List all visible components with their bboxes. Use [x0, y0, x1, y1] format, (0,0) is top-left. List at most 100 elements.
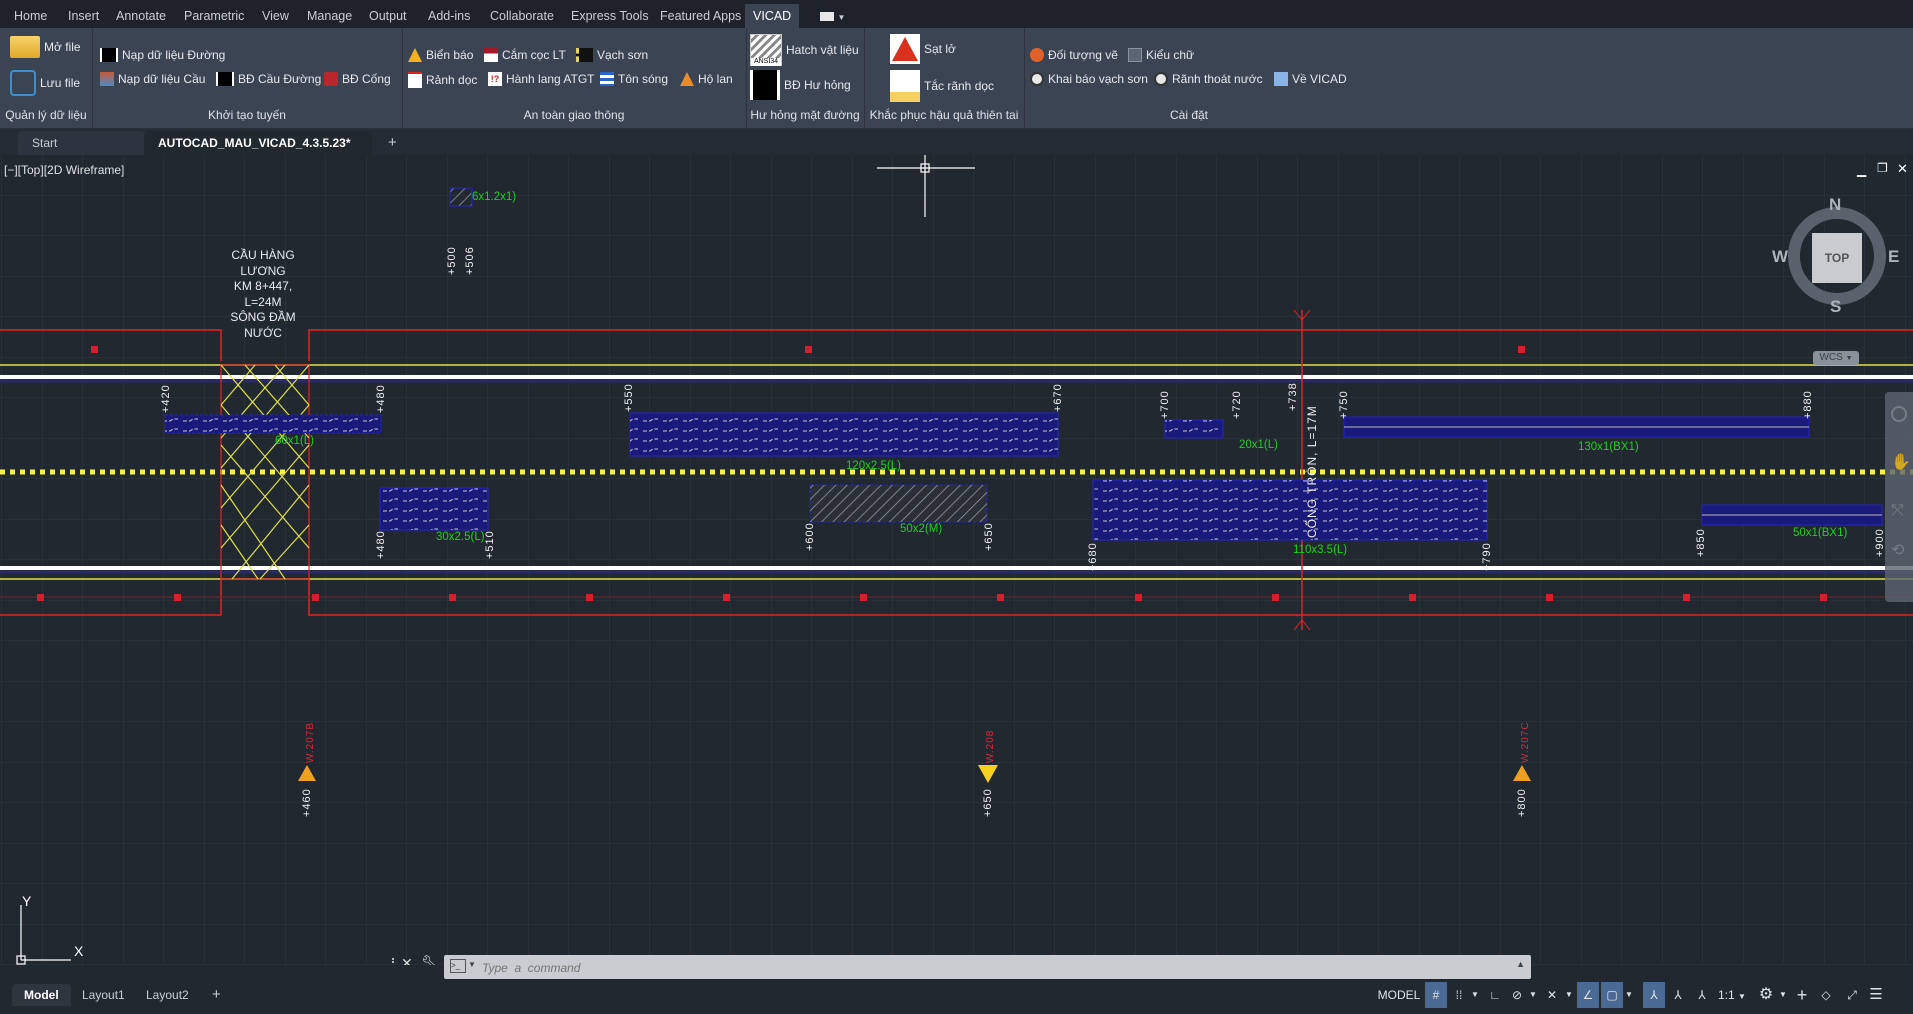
object-snap-tracking-icon[interactable]: ∠	[1577, 982, 1599, 1008]
drawing-viewport[interactable]: [−][Top][2D Wireframe] CẦU HÀNG LƯƠNG KM…	[0, 155, 1913, 965]
tab-insert[interactable]: Insert	[66, 4, 101, 28]
auto-scale-icon[interactable]: ⅄	[1667, 982, 1689, 1008]
snap-dropdown-icon[interactable]: ▼	[1469, 982, 1481, 1008]
tab-view[interactable]: View	[260, 4, 291, 28]
safety-corridor-button[interactable]: !? Hành lang ATGT	[488, 72, 595, 86]
annotation-scale-icon[interactable]: ⅄	[1691, 982, 1713, 1008]
model-space-button[interactable]: MODEL	[1375, 982, 1423, 1008]
restore-viewport-icon[interactable]: ❐	[1877, 161, 1888, 175]
tab-collaborate[interactable]: Collaborate	[488, 4, 556, 28]
fullscreen-icon[interactable]: ⤢	[1841, 982, 1863, 1008]
bridge-road-map-button[interactable]: BĐ Cầu Đường	[216, 72, 321, 86]
damage-area-pattern	[810, 485, 987, 522]
tab-express-tools[interactable]: Express Tools	[569, 4, 651, 28]
tab-vicad[interactable]: VICAD	[745, 4, 800, 28]
steering-wheel-icon[interactable]	[1891, 406, 1907, 422]
tab-parametric[interactable]: Parametric	[182, 4, 246, 28]
layout-tab-model[interactable]: Model	[12, 984, 71, 1006]
damage-map-button[interactable]: BĐ Hư hỏng	[750, 70, 851, 100]
station-label: +738	[1287, 382, 1299, 411]
ucs-menu-button[interactable]: WCS ▼	[1813, 351, 1859, 365]
minimize-viewport-icon[interactable]: ▁	[1857, 163, 1866, 177]
culvert-map-button[interactable]: BĐ Cống	[324, 72, 391, 86]
new-tab-button[interactable]: +	[374, 131, 410, 155]
compass-west[interactable]: W	[1772, 247, 1788, 267]
isometric-dropdown-icon[interactable]: ▼	[1563, 982, 1575, 1008]
isolate-objects-icon[interactable]: ◇	[1815, 982, 1837, 1008]
load-bridge-data-button[interactable]: Nạp dữ liệu Cầu	[100, 72, 205, 86]
panel-title: Hư hỏng mặt đường	[750, 108, 860, 122]
tab-featured-apps[interactable]: Featured Apps	[658, 4, 743, 28]
navigation-bar[interactable]: ✋ ⤧ ⟲	[1885, 392, 1913, 602]
layout-tab-layout2[interactable]: Layout2	[136, 984, 199, 1006]
drawing-objects-button[interactable]: Đối tượng vẽ	[1030, 48, 1118, 62]
compass-south[interactable]: S	[1830, 297, 1841, 317]
layout-tab-layout1[interactable]: Layout1	[72, 984, 135, 1006]
open-file-button[interactable]: Mở file	[10, 36, 81, 58]
paint-line-settings-button[interactable]: Khai báo vạch sơn	[1030, 72, 1148, 86]
object-snap-dropdown-icon[interactable]: ▼	[1623, 982, 1635, 1008]
chevron-down-icon: ▼	[837, 13, 846, 22]
barrier-button[interactable]: Hộ lan	[680, 72, 733, 86]
workspace-gear-icon[interactable]: ⚙	[1755, 982, 1777, 1008]
stake-button[interactable]: Cắm cọc LT	[484, 48, 566, 62]
command-input[interactable]	[480, 957, 1484, 979]
doc-tab-start[interactable]: Start	[18, 131, 146, 155]
text-style-button[interactable]: Kiểu chữ	[1128, 48, 1194, 62]
guardrail-button[interactable]: Tôn sóng	[600, 72, 668, 86]
road-paint-button[interactable]: Vạch sơn	[576, 48, 648, 62]
wrench-icon[interactable]: 🔧︎	[421, 954, 440, 965]
about-vicad-button[interactable]: Về VICAD	[1274, 72, 1347, 86]
workspace-dropdown-icon[interactable]: ▼	[1777, 982, 1789, 1008]
load-road-data-button[interactable]: Nạp dữ liệu Đường	[100, 48, 225, 62]
status-bar: MODEL # ⁞⁞ ▼ ∟ ⊘ ▼ ✕ ▼ ∠ ▢ ▼ ⅄ ⅄ ⅄ 1:1 ▼…	[1375, 982, 1913, 1010]
blocked-ditch-button[interactable]: Tắc rãnh dọc	[890, 70, 994, 102]
command-line[interactable]: >_ ▼ ▲	[444, 955, 1531, 979]
command-prompt-icon[interactable]: >_	[450, 959, 466, 973]
doc-tab-drawing[interactable]: AUTOCAD_MAU_VICAD_4.3.5.23* ✕	[144, 131, 372, 174]
tab-home[interactable]: Home	[12, 4, 49, 28]
command-history-icon[interactable]: ▲	[1516, 959, 1525, 969]
zoom-extents-icon[interactable]: ⤧	[1891, 502, 1907, 520]
viewport-controls-label[interactable]: [−][Top][2D Wireframe]	[4, 163, 124, 177]
close-command-icon[interactable]: ✕	[401, 955, 413, 965]
landslide-button[interactable]: Sạt lở	[890, 34, 956, 64]
compass-north[interactable]: N	[1829, 195, 1841, 215]
pan-icon[interactable]: ✋	[1891, 452, 1911, 472]
object-snap-icon[interactable]: ▢	[1601, 982, 1623, 1008]
polar-tracking-icon[interactable]: ⊘	[1507, 982, 1527, 1008]
signs-button[interactable]: Biển báo	[408, 48, 473, 62]
minimize-ribbon-icon	[820, 12, 834, 22]
annotation-scale-dropdown[interactable]: 1:1 ▼	[1715, 982, 1749, 1008]
station-label: +510	[484, 530, 496, 559]
viewcube-face-top[interactable]: TOP	[1812, 233, 1862, 283]
viewcube[interactable]: TOP N S W E	[1772, 195, 1899, 317]
crosshair-plus-icon[interactable]: +	[1791, 982, 1813, 1008]
ucs-x-label: X	[74, 943, 84, 959]
landslide-icon	[890, 34, 920, 64]
customization-menu-icon[interactable]: ☰	[1865, 982, 1887, 1008]
command-grip[interactable]	[392, 958, 396, 965]
hatch-material-button[interactable]: ANSI34 Hatch vật liệu	[750, 34, 859, 66]
snap-toggle-icon[interactable]: ⁞⁞	[1449, 982, 1469, 1008]
document-tabs: Start AUTOCAD_MAU_VICAD_4.3.5.23* ✕ +	[0, 129, 1913, 174]
ditch-button[interactable]: Rảnh dọc	[408, 72, 477, 88]
orbit-icon[interactable]: ⟲	[1891, 540, 1907, 560]
tab-manage[interactable]: Manage	[305, 4, 354, 28]
tab-output[interactable]: Output	[367, 4, 409, 28]
ribbon-display-toggle[interactable]: ▼	[818, 4, 847, 28]
grid-toggle-icon[interactable]: #	[1425, 982, 1447, 1008]
annotation-visibility-icon[interactable]: ⅄	[1643, 982, 1665, 1008]
close-viewport-icon[interactable]: ✕	[1897, 161, 1908, 177]
polar-dropdown-icon[interactable]: ▼	[1527, 982, 1539, 1008]
drain-settings-button[interactable]: Rãnh thoát nước	[1154, 72, 1263, 86]
damage-area-500-506[interactable]	[449, 187, 473, 207]
add-layout-button[interactable]: +	[206, 984, 227, 1006]
isometric-draft-icon[interactable]: ✕	[1541, 982, 1563, 1008]
ortho-toggle-icon[interactable]: ∟	[1485, 982, 1505, 1008]
save-file-button[interactable]: Lưu file	[10, 70, 80, 96]
tab-annotate[interactable]: Annotate	[114, 4, 168, 28]
chevron-down-icon[interactable]: ▼	[468, 960, 476, 969]
tab-add-ins[interactable]: Add-ins	[426, 4, 472, 28]
compass-east[interactable]: E	[1888, 247, 1899, 267]
